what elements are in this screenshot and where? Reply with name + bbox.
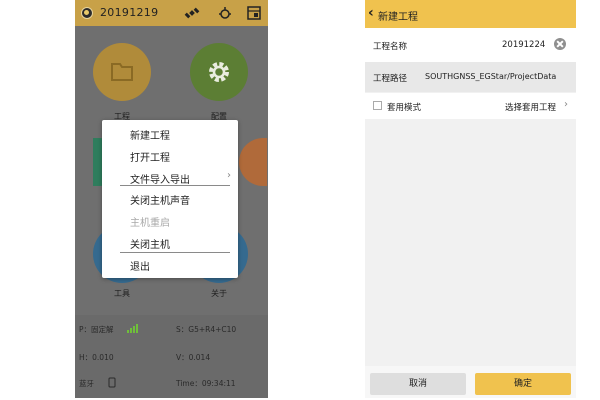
gear-icon — [209, 62, 229, 82]
about-tile-label: 关于 — [211, 289, 227, 298]
satellite-icon[interactable] — [184, 5, 200, 21]
chevron-right-icon: › — [227, 170, 231, 181]
app-header: 20191219 — [75, 0, 268, 26]
folder-icon — [111, 63, 133, 81]
project-name-label: 工程名称 — [373, 42, 408, 52]
confirm-button[interactable]: 确定 — [475, 373, 571, 395]
project-title: 20191219 — [100, 6, 159, 19]
menu-item-file-import-export[interactable]: 文件导入导出 — [130, 171, 190, 186]
clock-time: Time：09:34:11 — [176, 379, 236, 388]
cancel-button[interactable]: 取消 — [370, 373, 466, 395]
tools-tile-label: 工具 — [114, 289, 130, 298]
menu-divider — [120, 252, 230, 253]
select-template-link[interactable]: 选择套用工程 — [505, 101, 556, 113]
config-tile[interactable] — [190, 43, 248, 101]
page-title: 新建工程 — [378, 12, 418, 23]
menu-item-exit[interactable]: 退出 — [130, 258, 150, 273]
solution-status: P：固定解 — [79, 325, 114, 334]
app-logo-icon — [81, 7, 93, 19]
device-tile-partial[interactable] — [239, 138, 267, 186]
project-path-label: 工程路径 — [373, 74, 408, 84]
chevron-right-icon: › — [564, 99, 568, 110]
app-header: ‹ 新建工程 — [365, 0, 576, 28]
project-tile[interactable] — [93, 43, 151, 101]
content-area — [365, 119, 576, 366]
project-path-row: 工程路径 SOUTHGNSS_EGStar/ProjectData — [365, 62, 576, 92]
satellite-count: S：G5+R4+C10 — [176, 325, 237, 334]
project-path-value: SOUTHGNSS_EGStar/ProjectData — [425, 72, 557, 81]
home-screen: 20191219 工程 配置 工具 关于 P：固定解 S：G5+R4+C10 H… — [75, 0, 268, 398]
device-icon — [108, 377, 116, 388]
bluetooth-label: 蓝牙 — [79, 379, 94, 388]
clear-icon[interactable] — [554, 38, 566, 50]
menu-divider — [120, 185, 230, 186]
status-panel: P：固定解 S：G5+R4+C10 H：0.010 V：0.014 蓝牙 Tim… — [75, 315, 268, 398]
template-row: 套用模式 选择套用工程 › — [365, 93, 576, 119]
menu-item-restart-receiver: 主机重启 — [130, 218, 170, 229]
project-menu: 新建工程 打开工程 文件导入导出 › 关闭主机声音 主机重启 关闭主机 退出 — [102, 120, 238, 278]
menu-item-mute-receiver[interactable]: 关闭主机声音 — [130, 192, 190, 207]
receiver-icon[interactable] — [217, 5, 233, 21]
horizontal-precision: H：0.010 — [79, 353, 114, 362]
menu-item-new-project[interactable]: 新建工程 — [130, 127, 170, 142]
back-icon[interactable]: ‹ — [368, 5, 374, 21]
export-icon[interactable] — [246, 5, 262, 21]
menu-item-shutdown-receiver[interactable]: 关闭主机 — [130, 236, 170, 251]
menu-item-open-project[interactable]: 打开工程 — [130, 149, 170, 164]
template-mode-checkbox[interactable] — [373, 101, 382, 110]
template-mode-label: 套用模式 — [387, 103, 422, 113]
signal-bars-icon — [127, 324, 138, 333]
new-project-screen: ‹ 新建工程 工程名称 20191224 工程路径 SOUTHGNSS_EGSt… — [365, 0, 576, 398]
vertical-precision: V：0.014 — [176, 353, 211, 362]
project-name-row: 工程名称 20191224 — [365, 28, 576, 62]
project-name-input[interactable]: 20191224 — [502, 40, 545, 50]
